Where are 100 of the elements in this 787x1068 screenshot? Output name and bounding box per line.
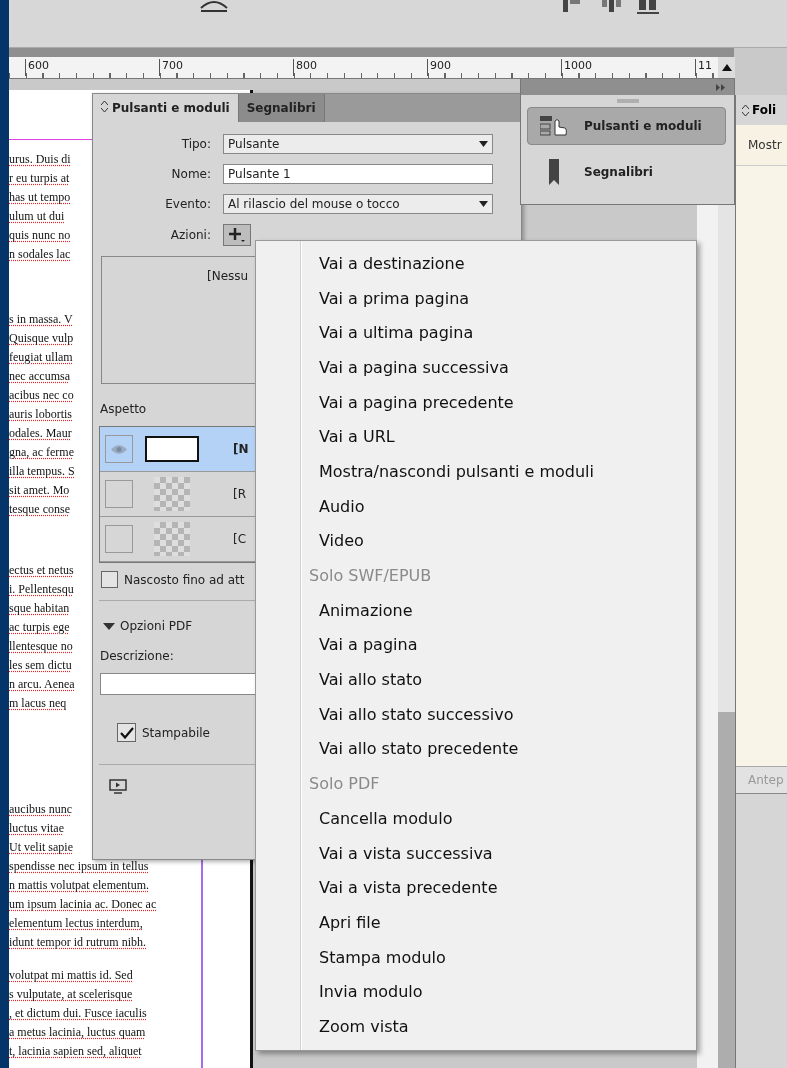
visibility-toggle[interactable]	[105, 435, 133, 463]
text-line: urus. Duis di	[9, 151, 71, 168]
caret-icon	[479, 201, 488, 207]
sort-icon	[101, 101, 108, 112]
menu-item[interactable]: Mostra/nascondi pulsanti e moduli	[256, 454, 696, 489]
text-line: i. Pellentesqu	[9, 581, 74, 598]
dropdown[interactable]: Pulsante	[223, 134, 493, 154]
menu-section-header: Solo PDF	[308, 773, 381, 796]
transparent-swatch	[154, 522, 190, 556]
text-line: volutpat mi mattis id. Sed	[9, 967, 133, 984]
text-line: Ut velit sapie	[9, 839, 73, 856]
text-line: llentesque no	[9, 638, 73, 655]
text-line: auris lobortis	[9, 406, 72, 423]
appearance-label: [C	[233, 532, 247, 546]
text-line: aucibus nunc	[9, 801, 72, 818]
input-field[interactable]: Pulsante 1	[223, 164, 493, 184]
field-label: Tipo:	[180, 137, 211, 151]
field-label: Nome:	[170, 167, 211, 181]
ruler-label: 1000	[561, 59, 592, 76]
menu-section-header: Solo SWF/EPUB	[308, 565, 433, 588]
sort-icon	[742, 104, 749, 116]
text-line: sit amet. Mo	[9, 482, 70, 499]
appearance-swatch	[145, 436, 199, 462]
menu-item[interactable]: Stampa modulo	[256, 939, 696, 975]
caret-icon	[479, 141, 488, 147]
text-line: sque habitan	[9, 600, 70, 617]
text-line: acibus nec co	[9, 387, 74, 404]
checkbox-label: Stampabile	[142, 725, 210, 740]
ruler-label: 600	[25, 59, 49, 76]
visibility-toggle[interactable]	[105, 480, 133, 508]
checkbox[interactable]	[101, 571, 118, 588]
text-line: idunt tempor id rutrum nibh.	[9, 934, 146, 951]
collapse-icon[interactable]	[716, 83, 726, 91]
text-line: ectus et netus	[9, 562, 74, 579]
menu-item[interactable]: Vai allo stato successivo	[256, 696, 696, 732]
up-arrow-icon	[721, 64, 732, 71]
text-line: s in massa. V	[9, 311, 73, 328]
text-line: um ipsum lacinia ac. Donec ac	[9, 896, 157, 913]
text-line: s vulputate, at scelerisque	[9, 986, 133, 1003]
menu-item[interactable]: Vai a URL	[256, 419, 696, 455]
menu-item[interactable]: Vai allo stato precedente	[256, 731, 696, 767]
scroll-up-button[interactable]	[718, 57, 735, 78]
text-line: t, lacinia sapien sed, aliquet	[9, 1043, 142, 1060]
ruler-label: 700	[159, 59, 183, 76]
checkbox-label: Nascosto fino ad att	[124, 572, 245, 587]
monitor-icon[interactable]	[109, 779, 127, 794]
ruler-label: 800	[293, 59, 317, 76]
panel-tab[interactable]: Pulsanti e moduli	[93, 94, 239, 122]
menu-item[interactable]: Video	[256, 523, 696, 559]
field-label: Descrizione:	[100, 649, 175, 663]
menu-item[interactable]: Cancella modulo	[256, 801, 696, 836]
checkbox[interactable]	[117, 723, 136, 742]
disclosure-triangle-icon[interactable]	[103, 622, 115, 630]
text-line: , et dictum dui. Fusce iaculis	[9, 1005, 147, 1022]
plus-icon	[228, 227, 246, 243]
menu-item[interactable]: Vai a pagina	[256, 627, 696, 663]
appearance-label: [R	[233, 487, 247, 501]
visibility-toggle[interactable]	[105, 525, 133, 553]
section-label: Aspetto	[100, 402, 147, 416]
text-line: has ut tempo	[9, 189, 71, 206]
text-line: r eu turpis at	[9, 170, 70, 187]
dock-item[interactable]: Pulsanti e moduli	[527, 107, 726, 145]
align-icon[interactable]	[637, 0, 659, 14]
menu-item[interactable]: Vai allo stato	[256, 662, 696, 697]
text-line: spendisse nec ipsum in tellus	[9, 858, 149, 875]
menu-item[interactable]: Animazione	[256, 592, 696, 628]
menu-item[interactable]: Vai a pagina precedente	[256, 384, 696, 420]
text-line: n arcu. Aenea	[9, 676, 75, 693]
text-line: n sodales lac	[9, 246, 71, 263]
menu-item[interactable]: Zoom vista	[256, 1009, 696, 1044]
field-label: Evento:	[164, 197, 211, 211]
text-line: tesque conse	[9, 501, 70, 518]
dropdown[interactable]: Al rilascio del mouse o tocco	[223, 194, 493, 214]
align-icon[interactable]	[561, 0, 583, 14]
menu-item[interactable]: Vai a vista successiva	[256, 835, 696, 871]
menu-item[interactable]: Apri file	[256, 905, 696, 940]
text-line: n mattis volutpat elementum.	[9, 877, 149, 894]
text-line: luctus vitae	[9, 820, 64, 837]
menu-item[interactable]: Invia modulo	[256, 974, 696, 1010]
menu-item[interactable]: Vai a vista precedente	[256, 870, 696, 906]
text-line: ac turpis ege	[9, 619, 70, 636]
align-icon[interactable]	[601, 0, 623, 14]
text-line: a metus lacinia, luctus quam	[9, 1024, 146, 1041]
menu-item[interactable]: Audio	[256, 488, 696, 524]
text-line: feugiat ullam	[9, 349, 73, 366]
section-label: Opzioni PDF	[120, 619, 193, 633]
add-action-button[interactable]	[223, 224, 251, 246]
hand-pointer-icon	[540, 115, 568, 137]
panel-tab[interactable]: Segnalibri	[238, 94, 325, 122]
appearance-label: [N	[233, 442, 249, 456]
text-line: Quisque vulp	[9, 330, 74, 347]
ruler-label: 900	[427, 59, 451, 76]
dock-item[interactable]: Segnalibri	[527, 153, 726, 191]
text-line: m lacus neq	[9, 695, 67, 712]
show-button[interactable]: Mostr	[736, 125, 787, 165]
text-line: quis nunc no	[9, 227, 71, 244]
ruler-label: 11	[695, 59, 712, 76]
grip-icon[interactable]	[616, 99, 639, 103]
text-line: ulum ut dui	[9, 208, 65, 225]
scrollbar[interactable]	[718, 205, 735, 1068]
